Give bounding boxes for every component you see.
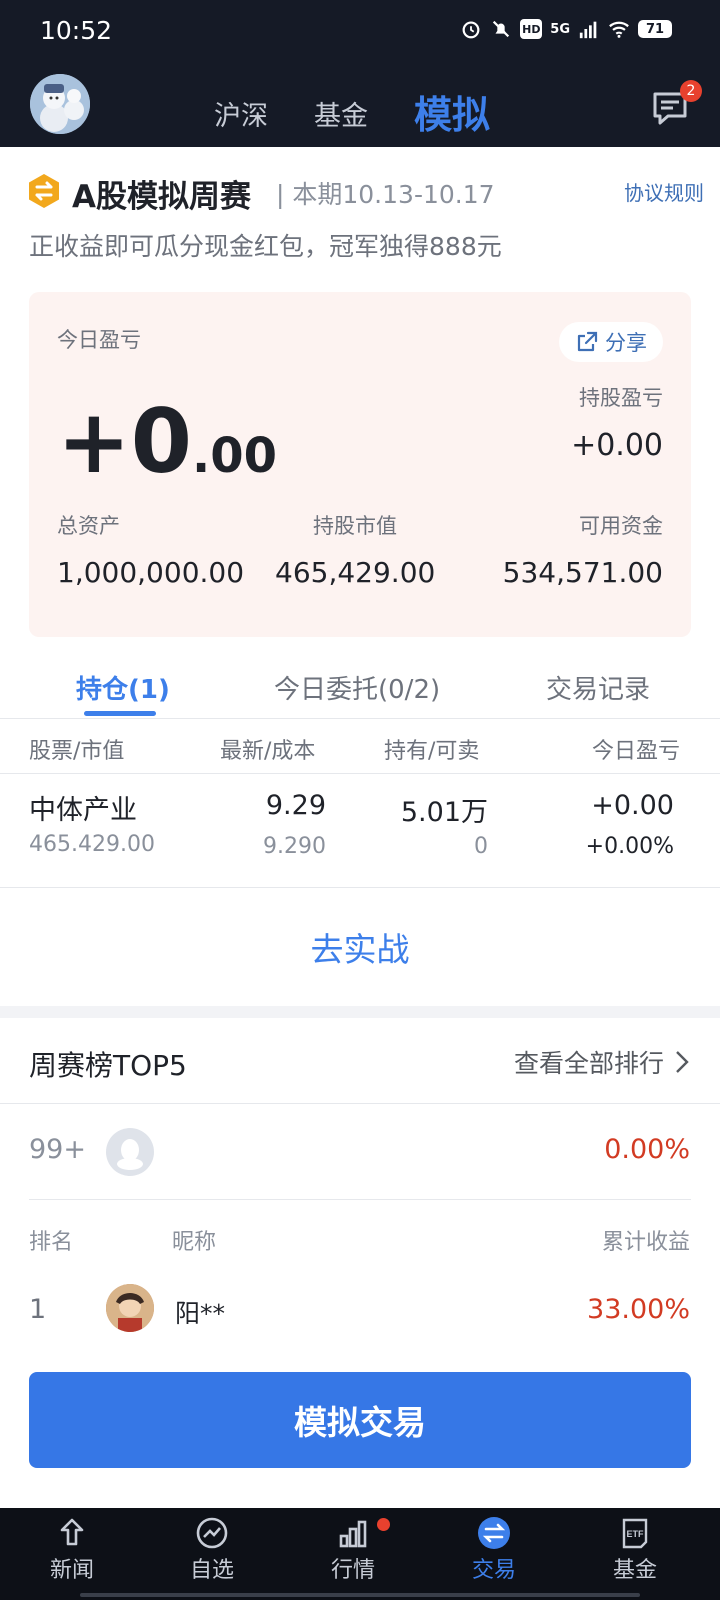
mute-icon: [493, 20, 510, 38]
leaderboard-nickname: 阳**: [175, 1299, 226, 1328]
stock-holding: 5.01万: [400, 797, 488, 828]
stock-sellable: 0: [474, 834, 488, 859]
nav-news-label: 新闻: [49, 1558, 94, 1583]
contest-subtitle: 正收益即可瓜分现金红包，冠军独得888元: [29, 232, 502, 261]
my-rank: 99+: [29, 1134, 86, 1165]
today-pnl-label: 今日盈亏: [57, 328, 141, 352]
user-avatar-icon: [106, 1284, 154, 1332]
section-divider: [0, 1006, 720, 1018]
default-avatar-icon: [117, 1139, 143, 1170]
col-return: 累计收益: [601, 1230, 690, 1255]
stock-latest-price: 9.29: [265, 790, 326, 821]
alarm-icon: [462, 21, 480, 39]
market-value-value: 465,429.00: [275, 556, 436, 589]
nav-watchlist-label: 自选: [189, 1558, 234, 1583]
col-rank: 排名: [29, 1230, 74, 1255]
today-pnl-dec: .00: [191, 428, 277, 484]
signal-icon: [579, 21, 597, 39]
today-pnl-value: +0.00: [57, 390, 277, 493]
nav-watchlist[interactable]: 自选: [162, 1516, 262, 1584]
nav-trade[interactable]: 交易: [444, 1516, 544, 1584]
rules-link[interactable]: 协议规则: [624, 177, 704, 206]
header-tabs: 沪深 基金 模拟: [0, 80, 720, 140]
news-icon: [60, 1518, 84, 1546]
share-button[interactable]: 分享: [559, 322, 663, 362]
stock-today-pnl: +0.00: [591, 790, 674, 821]
leaderboard-columns: 排名 昵称 累计收益: [0, 1218, 720, 1258]
home-indicator: [80, 1593, 640, 1597]
chevron-right-icon: [676, 1051, 689, 1073]
view-all-ranking-link[interactable]: 查看全部排行: [514, 1044, 690, 1080]
stock-market-value: 465.429.00: [29, 832, 155, 857]
hd-icon: HD: [520, 19, 543, 39]
col-hold-sellable: 持有/可卖: [384, 739, 480, 764]
my-avatar: [106, 1128, 154, 1176]
col-nickname: 昵称: [172, 1230, 217, 1255]
share-icon: [577, 331, 598, 352]
nav-trade-label: 交易: [471, 1558, 516, 1583]
leaderboard-rank: 1: [29, 1294, 47, 1325]
nav-news[interactable]: 新闻: [22, 1516, 122, 1584]
leaderboard-row[interactable]: 1 阳** 33.00%: [0, 1282, 720, 1338]
col-today-pnl: 今日盈亏: [591, 739, 680, 764]
leaderboard-header: 周赛榜TOP5 查看全部排行: [0, 1018, 720, 1104]
holding-pnl-label: 持股盈亏: [579, 386, 663, 410]
col-latest-cost: 最新/成本: [220, 739, 316, 764]
wifi-icon: [609, 21, 629, 38]
message-badge: 2: [680, 80, 702, 102]
stock-cost-price: 9.290: [263, 834, 326, 859]
holding-pnl-value: +0.00: [571, 428, 663, 463]
etf-icon: ETF: [622, 1518, 648, 1549]
tab-fund[interactable]: 基金: [314, 94, 368, 133]
pnl-card: 今日盈亏 分享 +0.00 持股盈亏 +0.00 总资产 1,000,000.0…: [29, 292, 691, 637]
bottom-nav: 新闻 自选 行情 交易 ETF 基金: [0, 1508, 720, 1600]
active-tab-indicator: [84, 711, 156, 716]
col-stock: 股票/市值: [29, 739, 125, 764]
nav-fund-label: 基金: [612, 1558, 657, 1583]
market-value-label: 持股市值: [313, 514, 397, 538]
contest-title: A股模拟周赛: [72, 179, 251, 215]
table-row[interactable]: 中体产业 465.429.00 9.29 9.290 5.01万 0 +0.00…: [0, 774, 720, 888]
tab-holdings[interactable]: 持仓(1): [76, 669, 170, 706]
total-assets-label: 总资产: [57, 514, 120, 538]
status-icons: HD 5G 71: [460, 18, 672, 40]
tab-trade-history[interactable]: 交易记录: [546, 669, 650, 706]
today-pnl-int: +0: [57, 390, 192, 493]
watchlist-icon: [196, 1517, 228, 1549]
table-header: 股票/市值 最新/成本 持有/可卖 今日盈亏: [0, 719, 720, 774]
nav-market-label: 行情: [330, 1558, 375, 1583]
svg-text:ETF: ETF: [627, 1529, 645, 1539]
my-rank-row: 99+ 0.00%: [0, 1104, 720, 1200]
position-tabs: 持仓(1) 今日委托(0/2) 交易记录: [0, 647, 720, 719]
my-return: 0.00%: [604, 1134, 690, 1165]
tab-simulation[interactable]: 模拟: [414, 84, 490, 139]
stock-name: 中体产业: [29, 795, 137, 826]
tab-today-orders[interactable]: 今日委托(0/2): [274, 669, 440, 706]
simulated-trade-button[interactable]: 模拟交易: [29, 1372, 691, 1468]
available-cash-value: 534,571.00: [502, 556, 663, 589]
nav-fund[interactable]: ETF 基金: [585, 1516, 685, 1584]
network-type: 5G: [550, 21, 570, 37]
available-cash-label: 可用资金: [579, 514, 663, 538]
tab-hushen[interactable]: 沪深: [214, 94, 268, 133]
battery-icon: 71: [638, 20, 672, 38]
share-label: 分享: [605, 331, 647, 355]
total-assets-value: 1,000,000.00: [57, 556, 245, 589]
contest-exchange-icon: [29, 174, 59, 208]
leaderboard-avatar: [106, 1284, 154, 1332]
trade-icon: [478, 1517, 510, 1549]
stock-today-pnl-pct: +0.00%: [585, 834, 674, 859]
market-notification-dot: [377, 1518, 390, 1531]
market-icon: [339, 1520, 367, 1548]
leaderboard-return: 33.00%: [587, 1294, 690, 1325]
leaderboard-title: 周赛榜TOP5: [29, 1049, 187, 1082]
contest-period: | 本期10.13-10.17: [276, 180, 495, 209]
view-all-label: 查看全部排行: [513, 1049, 664, 1078]
divider: [29, 1199, 691, 1200]
status-time: 10:52: [40, 16, 113, 45]
go-real-trade-link[interactable]: 去实战: [0, 888, 720, 1006]
